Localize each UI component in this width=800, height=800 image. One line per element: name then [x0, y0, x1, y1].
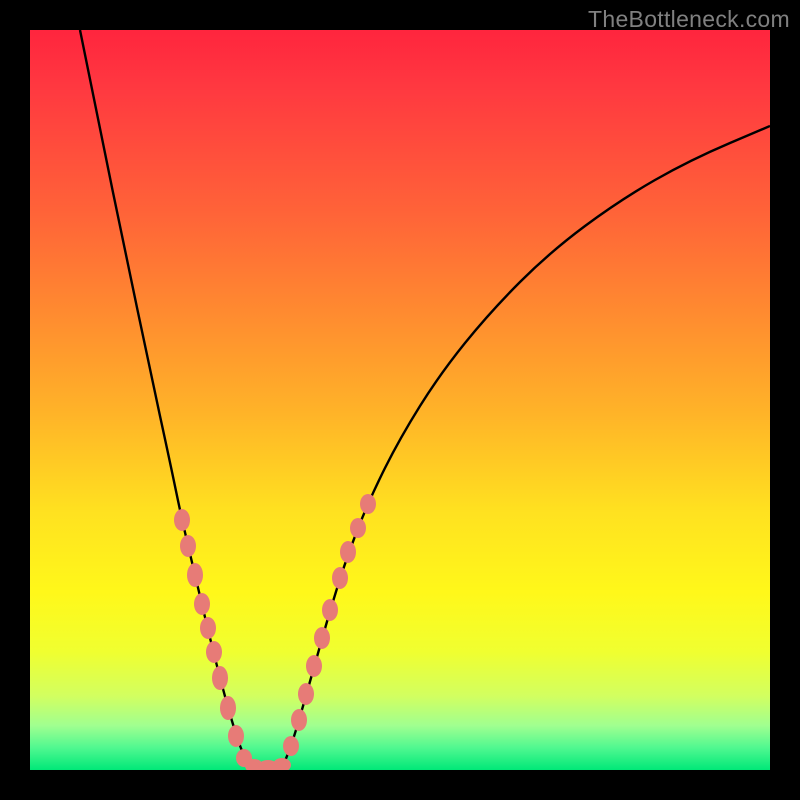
marker-dot [291, 709, 307, 731]
marker-dot [314, 627, 330, 649]
marker-dot [187, 563, 203, 587]
marker-dot [306, 655, 322, 677]
marker-dot [194, 593, 210, 615]
marker-dot [360, 494, 376, 514]
marker-dot [200, 617, 216, 639]
marker-dot [322, 599, 338, 621]
marker-dot [340, 541, 356, 563]
marker-dot [228, 725, 244, 747]
marker-dot [332, 567, 348, 589]
marker-dot [220, 696, 236, 720]
marker-overlay [174, 494, 376, 770]
plot-area [30, 30, 770, 770]
marker-dot [298, 683, 314, 705]
marker-dot [283, 736, 299, 756]
chart-svg [30, 30, 770, 770]
right-branch-curve [282, 126, 770, 768]
marker-dot [212, 666, 228, 690]
marker-dot [180, 535, 196, 557]
watermark-text: TheBottleneck.com [588, 6, 790, 33]
marker-dot [174, 509, 190, 531]
marker-dot [350, 518, 366, 538]
marker-dot [206, 641, 222, 663]
outer-frame: TheBottleneck.com [0, 0, 800, 800]
left-branch-curve [80, 30, 252, 768]
marker-dot [273, 758, 291, 770]
